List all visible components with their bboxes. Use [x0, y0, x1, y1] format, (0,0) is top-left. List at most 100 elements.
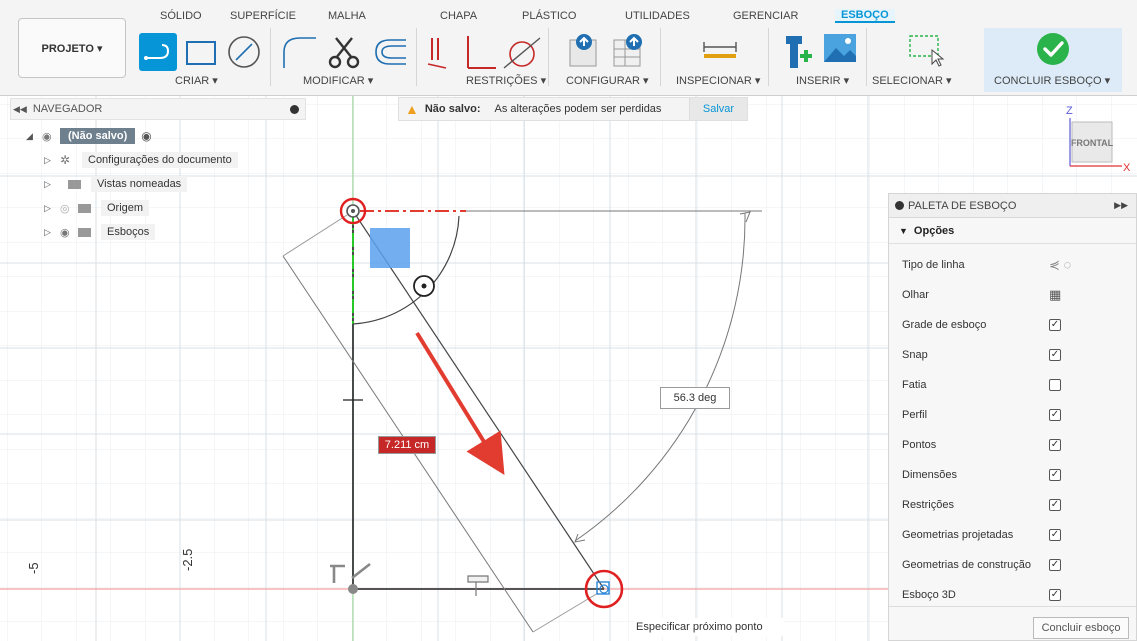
- select-window-icon[interactable]: [906, 32, 946, 68]
- projected-geometry-checkbox[interactable]: ✓: [1049, 529, 1061, 541]
- navigator-pin-icon[interactable]: [290, 105, 299, 114]
- look-at-icon[interactable]: ▦: [1049, 287, 1061, 303]
- row-label: Grade de esboço: [902, 319, 987, 331]
- unsaved-warning-bar: ▲ Não salvo: As alterações podem ser per…: [398, 97, 748, 121]
- expand-triangle-icon[interactable]: ▷: [44, 155, 60, 166]
- collapse-left-icon[interactable]: ◀◀: [13, 104, 27, 115]
- points-checkbox[interactable]: ✓: [1049, 439, 1061, 451]
- visibility-eye-icon[interactable]: ◉: [42, 130, 60, 143]
- visibility-hidden-icon[interactable]: ◎: [60, 202, 78, 215]
- insert-mcmaster-icon[interactable]: [782, 32, 816, 72]
- coincident-constraint-icon[interactable]: [424, 34, 452, 72]
- status-tooltip: Especificar próximo ponto: [634, 618, 784, 636]
- constraints-checkbox[interactable]: ✓: [1049, 499, 1061, 511]
- sketch-3d-checkbox[interactable]: ✓: [1049, 589, 1061, 601]
- axis-label-minus-5: -5: [26, 562, 41, 574]
- navigator-item-named-views[interactable]: ▷ Vistas nomeadas: [44, 174, 188, 194]
- concluir-esboco-menu[interactable]: CONCLUIR ESBOÇO ▾: [994, 74, 1110, 87]
- palette-row-slice: Fatia: [889, 370, 1136, 400]
- perpendicular-constraint-icon[interactable]: [458, 34, 498, 72]
- options-title: Opções: [913, 224, 955, 237]
- expand-triangle-icon[interactable]: ▷: [44, 227, 60, 238]
- navigator-item-label: Configurações do documento: [82, 152, 238, 168]
- dimensions-checkbox[interactable]: ✓: [1049, 469, 1061, 481]
- palette-row-dimensions: Dimensões ✓: [889, 460, 1136, 490]
- modificar-menu[interactable]: MODIFICAR ▾: [303, 74, 373, 87]
- tab-solido[interactable]: SÓLIDO: [160, 10, 202, 22]
- warning-title: Não salvo:: [424, 103, 481, 115]
- row-label: Geometrias de construção: [902, 559, 1032, 571]
- inserir-menu[interactable]: INSERIR ▾: [796, 74, 849, 87]
- tab-gerenciar[interactable]: GERENCIAR: [733, 10, 798, 22]
- save-button[interactable]: Salvar: [689, 98, 747, 120]
- angle-dimension-input[interactable]: 56.3 deg: [660, 387, 730, 409]
- rectangle-tool-icon[interactable]: [184, 38, 218, 68]
- palette-row-look: Olhar ▦: [889, 280, 1136, 310]
- configure-table-icon[interactable]: [610, 32, 646, 70]
- insert-image-icon[interactable]: [822, 32, 860, 68]
- palette-row-profile: Perfil ✓: [889, 400, 1136, 430]
- view-cube[interactable]: Z X FRONTAL: [1060, 100, 1132, 180]
- palette-options-section[interactable]: ▼ Opções: [889, 218, 1136, 244]
- visibility-eye-icon[interactable]: ◉: [60, 226, 78, 239]
- activate-radio-icon[interactable]: ◉: [141, 129, 151, 143]
- palette-row-constraints: Restrições ✓: [889, 490, 1136, 520]
- palette-row-projected: Geometrias projetadas ✓: [889, 520, 1136, 550]
- profile-checkbox[interactable]: ✓: [1049, 409, 1061, 421]
- length-dimension-input[interactable]: 7.211 cm: [378, 436, 436, 454]
- fillet-icon[interactable]: [280, 34, 318, 70]
- expand-right-icon[interactable]: ▶▶: [1114, 200, 1128, 211]
- parameters-icon[interactable]: [566, 32, 602, 70]
- cube-face-label: FRONTAL: [1071, 138, 1114, 148]
- linetype-icons[interactable]: ⋞ ◌: [1049, 257, 1071, 273]
- circle-tool-icon[interactable]: [226, 34, 262, 70]
- row-label: Esboço 3D: [902, 589, 956, 601]
- inspecionar-menu[interactable]: INSPECIONAR ▾: [676, 74, 760, 87]
- navigator-item-origin[interactable]: ▷ ◎ Origem: [44, 198, 150, 218]
- expand-triangle-icon[interactable]: ◢: [26, 131, 42, 142]
- perpendicular-glyph: [370, 228, 410, 268]
- grid-checkbox[interactable]: ✓: [1049, 319, 1061, 331]
- palette-row-grid: Grade de esboço ✓: [889, 310, 1136, 340]
- tangent-constraint-icon[interactable]: [502, 34, 542, 72]
- slice-checkbox[interactable]: [1049, 379, 1061, 391]
- tab-plastico[interactable]: PLÁSTICO: [522, 10, 576, 22]
- row-label: Geometrias projetadas: [902, 529, 1014, 541]
- tab-chapa[interactable]: CHAPA: [440, 10, 477, 22]
- construction-geometry-checkbox[interactable]: ✓: [1049, 559, 1061, 571]
- navigator-item-sketches[interactable]: ▷ ◉ Esboços: [44, 222, 156, 242]
- finish-check-icon[interactable]: [1035, 31, 1071, 67]
- palette-pin-icon[interactable]: [895, 201, 904, 210]
- root-document-label[interactable]: (Não salvo): [60, 128, 136, 144]
- toolbar-divider: [270, 28, 271, 86]
- palette-row-points: Pontos ✓: [889, 430, 1136, 460]
- tab-superficie[interactable]: SUPERFÍCIE: [230, 10, 296, 22]
- warning-icon: ▲: [405, 101, 419, 117]
- navigator-header[interactable]: ◀◀ NAVEGADOR: [10, 98, 306, 120]
- expand-triangle-icon[interactable]: ▷: [44, 179, 60, 190]
- project-button[interactable]: PROJETO ▾: [18, 18, 126, 78]
- measure-icon[interactable]: [700, 38, 740, 62]
- finish-sketch-button[interactable]: Concluir esboço: [1033, 617, 1129, 639]
- expand-triangle-icon[interactable]: ▷: [44, 203, 60, 214]
- navigator-item-label: Esboços: [101, 224, 156, 240]
- criar-menu[interactable]: CRIAR ▾: [175, 74, 218, 87]
- folder-icon: [78, 227, 91, 237]
- snap-checkbox[interactable]: ✓: [1049, 349, 1061, 361]
- navigator-root[interactable]: ◢ ◉ (Não salvo) ◉: [26, 126, 152, 146]
- tab-esboco[interactable]: ESBOÇO: [835, 9, 895, 23]
- line-tool-icon[interactable]: [138, 32, 178, 72]
- tab-malha[interactable]: MALHA: [328, 10, 366, 22]
- palette-header[interactable]: PALETA DE ESBOÇO ▶▶: [889, 194, 1136, 218]
- navigator-item-settings[interactable]: ▷ ✲ Configurações do documento: [44, 150, 238, 170]
- restricoes-menu[interactable]: RESTRIÇÕES ▾: [466, 74, 546, 87]
- sketch-palette: PALETA DE ESBOÇO ▶▶ ▼ Opções Tipo de lin…: [888, 193, 1137, 641]
- selecionar-menu[interactable]: SELECIONAR ▾: [872, 74, 952, 87]
- offset-icon[interactable]: [368, 34, 408, 70]
- collapse-triangle-icon[interactable]: ▼: [899, 226, 908, 236]
- row-label: Tipo de linha: [902, 259, 965, 271]
- trim-scissors-icon[interactable]: [326, 34, 362, 70]
- palette-title: PALETA DE ESBOÇO: [908, 199, 1017, 212]
- configurar-menu[interactable]: CONFIGURAR ▾: [566, 74, 649, 87]
- tab-utilidades[interactable]: UTILIDADES: [625, 10, 690, 22]
